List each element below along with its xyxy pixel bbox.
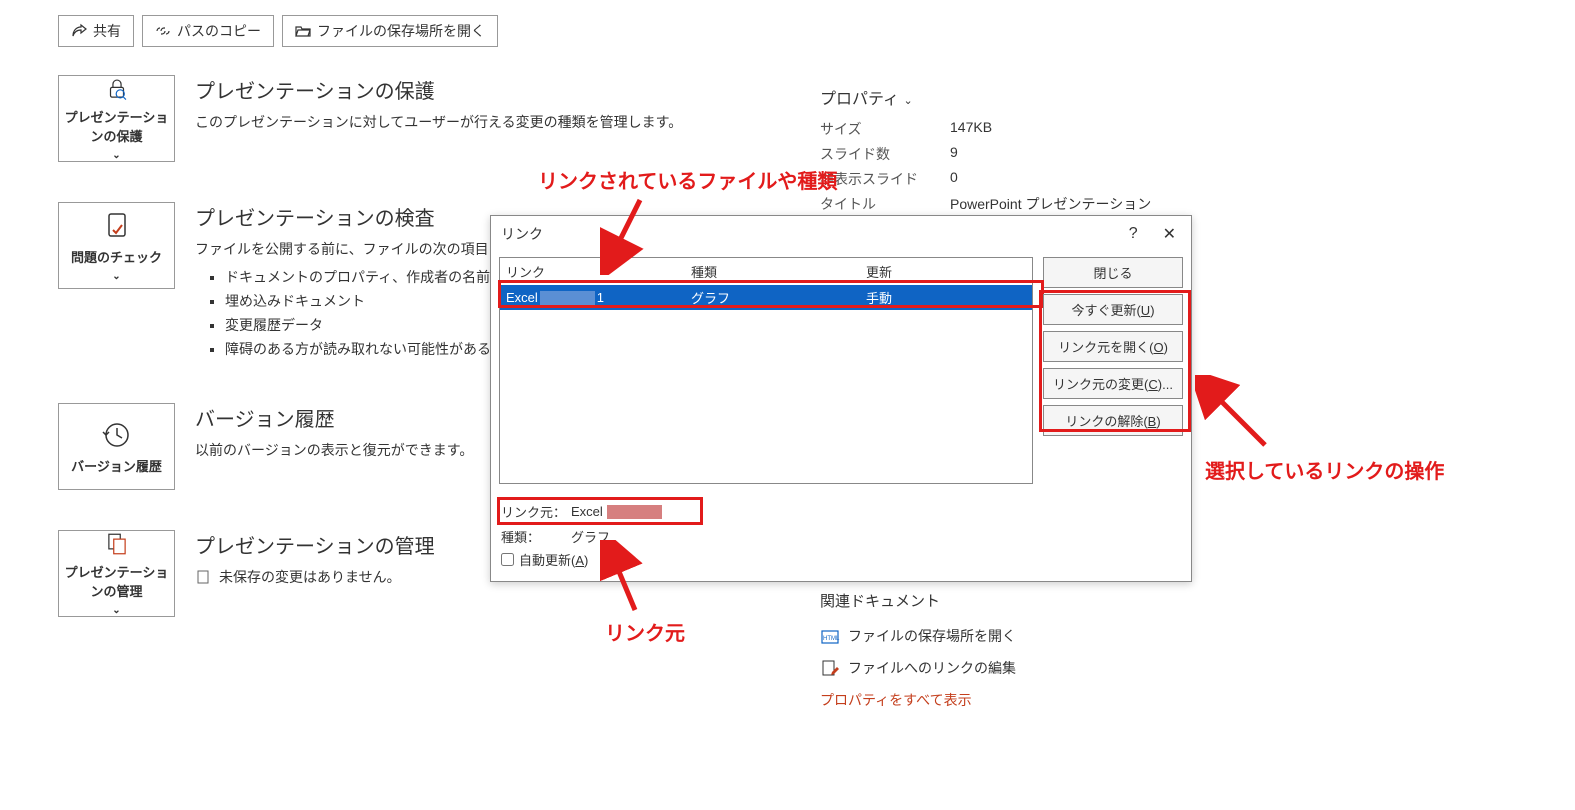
chevron-down-icon: ⌄ <box>112 271 120 282</box>
link-list[interactable]: リンク 種類 更新 Excel1 グラフ 手動 <box>499 257 1033 484</box>
change-source-button[interactable]: リンク元の変更(C)... <box>1043 368 1183 399</box>
protect-desc: このプレゼンテーションに対してユーザーが行える変更の種類を管理します。 <box>195 112 682 132</box>
manage-desc: 未保存の変更はありません。 <box>219 567 401 587</box>
check-issues-button[interactable]: 問題のチェック ⌄ <box>58 202 175 289</box>
link-row[interactable]: Excel1 グラフ 手動 <box>500 285 1032 310</box>
copy-path-label: パスのコピー <box>177 21 261 41</box>
edit-file-links-link[interactable]: ファイルへのリンクの編集 <box>820 658 1016 678</box>
annotation-arrow <box>1195 375 1275 455</box>
version-title: バージョン履歴 <box>195 403 473 432</box>
open-source-button[interactable]: リンク元を開く(O) <box>1043 331 1183 362</box>
properties-heading[interactable]: プロパティ ⌄ <box>820 85 1151 109</box>
copy-path-button[interactable]: パスのコピー <box>142 15 274 47</box>
lock-icon <box>101 76 133 102</box>
auto-update-label: 自動更新(A) <box>519 550 588 569</box>
inspect-list: ドキュメントのプロパティ、作成者の名前 埋め込みドキュメント 変更履歴データ 障… <box>195 267 531 359</box>
history-icon <box>101 419 133 451</box>
link-list-header: リンク 種類 更新 <box>500 258 1032 285</box>
chevron-down-icon: ⌄ <box>904 95 913 107</box>
chevron-down-icon: ⌄ <box>112 605 120 616</box>
version-desc: 以前のバージョンの表示と復元ができます。 <box>195 440 473 460</box>
close-icon[interactable]: ✕ <box>1158 224 1181 244</box>
help-button[interactable]: ? <box>1124 225 1143 243</box>
share-label: 共有 <box>93 21 121 41</box>
open-location-button[interactable]: ファイルの保存場所を開く <box>282 15 498 47</box>
redacted-text <box>540 291 595 305</box>
open-location-label: ファイルの保存場所を開く <box>317 21 485 41</box>
inspect-title: プレゼンテーションの検査 <box>195 202 531 231</box>
share-icon <box>71 23 87 39</box>
auto-update-checkbox[interactable] <box>501 553 514 566</box>
inspect-desc: ファイルを公開する前に、ファイルの次の項目を確認 <box>195 239 531 259</box>
manage-title: プレゼンテーションの管理 <box>195 530 435 559</box>
annotation-text: 選択しているリンクの操作 <box>1205 455 1444 484</box>
links-dialog: リンク ? ✕ リンク 種類 更新 Excel1 グラフ 手動 閉じる 今すぐ更… <box>490 215 1192 582</box>
update-now-button[interactable]: 今すぐ更新(U) <box>1043 294 1183 325</box>
html-folder-icon: HTML <box>820 626 840 646</box>
dialog-title: リンク <box>501 224 543 244</box>
show-all-properties-link[interactable]: プロパティをすべて表示 <box>820 690 1016 710</box>
folder-open-icon <box>295 23 311 39</box>
related-docs-heading: 関連ドキュメント <box>820 590 1016 611</box>
share-button[interactable]: 共有 <box>58 15 134 47</box>
document-icon <box>195 569 211 585</box>
manage-presentation-button[interactable]: プレゼンテーションの管理 ⌄ <box>58 530 175 617</box>
version-history-button[interactable]: バージョン履歴 <box>58 403 175 490</box>
break-link-button[interactable]: リンクの解除(B) <box>1043 405 1183 436</box>
svg-text:HTML: HTML <box>823 636 840 642</box>
check-document-icon <box>101 210 133 242</box>
link-icon <box>155 23 171 39</box>
manage-document-icon <box>101 531 133 557</box>
close-button[interactable]: 閉じる <box>1043 257 1183 288</box>
link-edit-icon <box>820 658 840 678</box>
open-file-location-link[interactable]: HTML ファイルの保存場所を開く <box>820 626 1016 646</box>
protect-title: プレゼンテーションの保護 <box>195 75 682 104</box>
protect-presentation-button[interactable]: プレゼンテーションの保護 ⌄ <box>58 75 175 162</box>
redacted-text <box>607 505 662 519</box>
chevron-down-icon: ⌄ <box>112 150 120 161</box>
